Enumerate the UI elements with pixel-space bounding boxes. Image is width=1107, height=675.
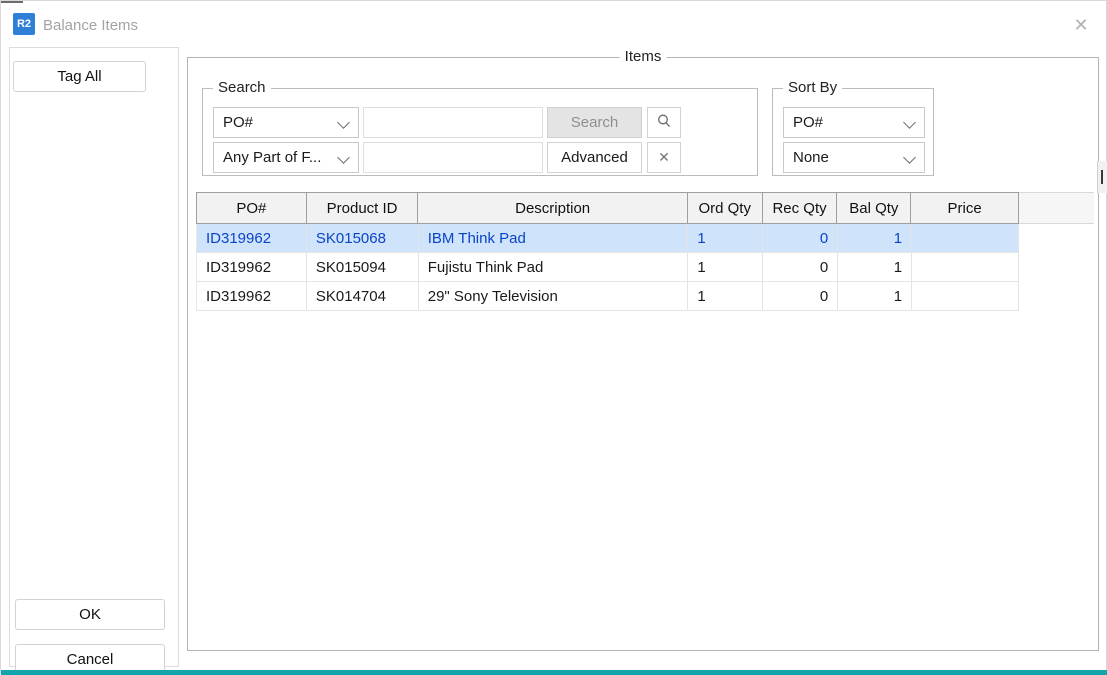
column-header-description[interactable]: Description: [418, 193, 687, 223]
match-type-dropdown[interactable]: Any Part of F...: [213, 142, 359, 173]
sort-primary-value: PO#: [793, 114, 823, 131]
background-scrollbar-fragment: [1097, 161, 1107, 193]
cell-po: ID319962: [197, 282, 307, 310]
cell-po: ID319962: [197, 224, 307, 252]
close-icon: ✕: [1073, 16, 1088, 34]
column-header-bal-qty[interactable]: Bal Qty: [837, 193, 911, 223]
cell-product-id: SK015094: [307, 253, 419, 281]
search-secondary-input[interactable]: [363, 142, 543, 173]
cell-product-id: SK014704: [307, 282, 419, 310]
sort-primary-dropdown[interactable]: PO#: [783, 107, 925, 138]
search-button[interactable]: Search: [547, 107, 642, 138]
advanced-button[interactable]: Advanced: [547, 142, 642, 173]
cell-rec-qty: 0: [763, 224, 838, 252]
clear-icon: ✕: [658, 149, 670, 166]
search-groupbox: Search PO# Search Any Part of F...: [202, 88, 758, 176]
table-row[interactable]: ID319962 SK014704 29" Sony Television 1 …: [196, 282, 1019, 311]
column-header-ord-qty[interactable]: Ord Qty: [688, 193, 763, 223]
window-title: Balance Items: [43, 15, 138, 37]
cell-rec-qty: 0: [763, 253, 838, 281]
search-keyword-input[interactable]: [363, 107, 543, 138]
column-header-product-id[interactable]: Product ID: [307, 193, 419, 223]
cell-description: IBM Think Pad: [419, 224, 689, 252]
search-field-dropdown[interactable]: PO#: [213, 107, 359, 138]
column-header-rec-qty[interactable]: Rec Qty: [763, 193, 838, 223]
search-group-label: Search: [213, 79, 271, 96]
cell-product-id: SK015068: [307, 224, 419, 252]
chevron-down-icon: [337, 151, 350, 164]
search-icon: [656, 113, 672, 133]
table-row[interactable]: ID319962 SK015068 IBM Think Pad 1 0 1: [196, 224, 1019, 253]
cell-price: [912, 253, 1019, 281]
table-header-filler: [1019, 192, 1094, 224]
cell-bal-qty: 1: [838, 282, 912, 310]
cell-rec-qty: 0: [763, 282, 838, 310]
close-button[interactable]: ✕: [1067, 11, 1095, 39]
items-groupbox: Items Search PO# Search Any Part of F...: [187, 57, 1099, 651]
cell-price: [912, 282, 1019, 310]
sortby-groupbox: Sort By PO# None: [772, 88, 934, 176]
table-header-row: PO# Product ID Description Ord Qty Rec Q…: [196, 192, 1019, 224]
cell-bal-qty: 1: [838, 224, 912, 252]
balance-items-dialog: R2 Balance Items ✕ Tag All OK Cancel Ite…: [0, 0, 1107, 674]
search-icon-button[interactable]: [647, 107, 681, 138]
chevron-down-icon: [903, 151, 916, 164]
cell-po: ID319962: [197, 253, 307, 281]
cell-ord-qty: 1: [688, 282, 763, 310]
sort-secondary-value: None: [793, 149, 829, 166]
ok-button[interactable]: OK: [15, 599, 165, 630]
background-window-edge: [1, 670, 1107, 675]
search-field-value: PO#: [223, 114, 253, 131]
clear-search-button[interactable]: ✕: [647, 142, 681, 173]
items-group-label: Items: [620, 48, 667, 65]
chevron-down-icon: [903, 116, 916, 129]
match-type-value: Any Part of F...: [223, 149, 321, 166]
background-artifact: [1, 1, 23, 3]
sort-secondary-dropdown[interactable]: None: [783, 142, 925, 173]
tag-all-button[interactable]: Tag All: [13, 61, 146, 92]
items-table: PO# Product ID Description Ord Qty Rec Q…: [196, 192, 1019, 311]
cell-ord-qty: 1: [688, 224, 763, 252]
column-header-po[interactable]: PO#: [197, 193, 307, 223]
cell-bal-qty: 1: [838, 253, 912, 281]
cell-description: Fujistu Think Pad: [419, 253, 689, 281]
r2-logo: R2: [13, 13, 35, 35]
table-row[interactable]: ID319962 SK015094 Fujistu Think Pad 1 0 …: [196, 253, 1019, 282]
cell-price: [912, 224, 1019, 252]
cell-ord-qty: 1: [688, 253, 763, 281]
sortby-group-label: Sort By: [783, 79, 842, 96]
left-panel: [9, 47, 179, 667]
chevron-down-icon: [337, 116, 350, 129]
cell-description: 29" Sony Television: [419, 282, 689, 310]
column-header-price[interactable]: Price: [911, 193, 1018, 223]
